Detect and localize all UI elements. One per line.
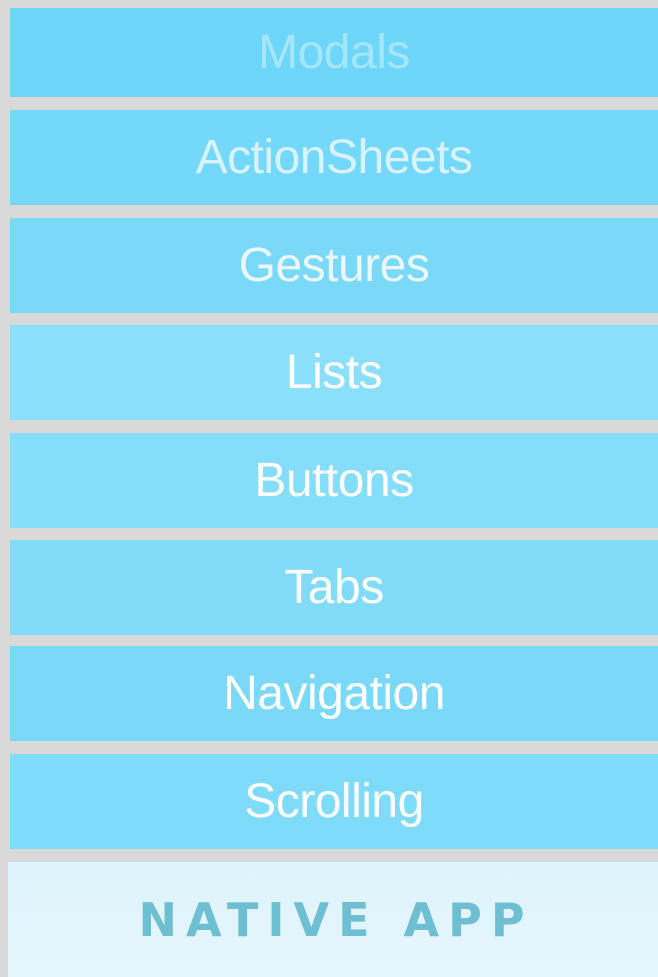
menu-item-lists[interactable]: Lists bbox=[10, 325, 658, 420]
menu-item-label: ActionSheets bbox=[195, 130, 473, 184]
app-footer: NATIVE APP bbox=[8, 862, 658, 977]
app-screen: Modals ActionSheets Gestures Lists Butto… bbox=[0, 0, 658, 977]
menu-item-tabs[interactable]: Tabs bbox=[10, 540, 658, 635]
menu-item-label: Modals bbox=[258, 25, 410, 79]
menu-item-label: Gestures bbox=[238, 238, 430, 292]
menu-item-label: Tabs bbox=[284, 560, 384, 614]
menu-item-modals[interactable]: Modals bbox=[10, 8, 658, 97]
menu-item-gestures[interactable]: Gestures bbox=[10, 218, 658, 313]
demo-menu-list: Modals ActionSheets Gestures Lists Butto… bbox=[10, 0, 658, 860]
menu-item-label: Lists bbox=[285, 345, 383, 399]
menu-item-scrolling[interactable]: Scrolling bbox=[10, 754, 658, 849]
menu-item-navigation[interactable]: Navigation bbox=[10, 646, 658, 741]
menu-item-label: Buttons bbox=[254, 453, 414, 507]
menu-item-label: Navigation bbox=[223, 666, 445, 720]
menu-item-label: Scrolling bbox=[244, 774, 424, 828]
menu-item-buttons[interactable]: Buttons bbox=[10, 433, 658, 528]
footer-title: NATIVE APP bbox=[138, 892, 534, 947]
menu-item-actionsheets[interactable]: ActionSheets bbox=[10, 110, 658, 205]
